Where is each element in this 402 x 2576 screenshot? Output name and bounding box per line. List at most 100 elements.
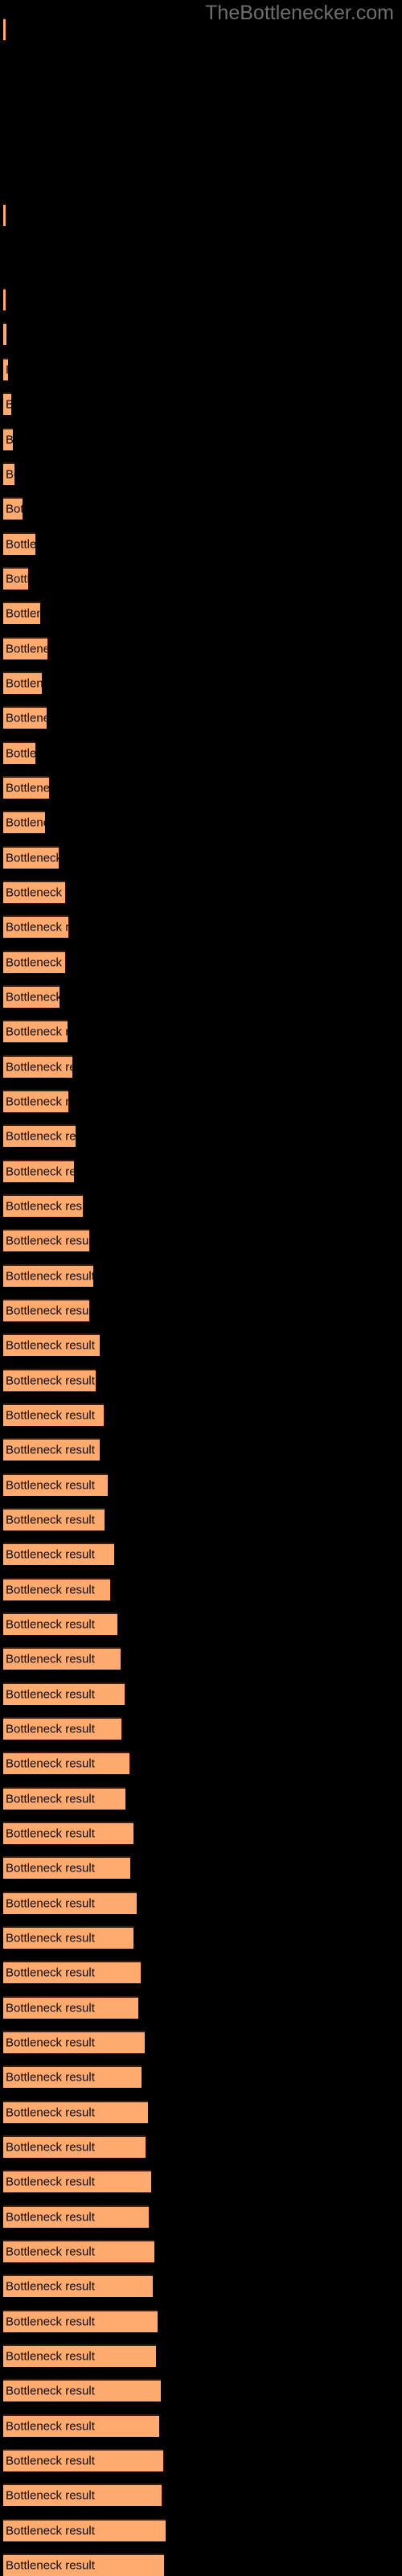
bar-row: Bottleneck result: [0, 1856, 402, 1879]
bar-row: Bottleneck result: [0, 2519, 402, 2541]
bar: Bottleneck result: [3, 1578, 110, 1600]
bar-label: Bottleneck result: [6, 2245, 95, 2259]
bar-row: Bottleneck result: [0, 985, 402, 1008]
bar-label: Bottleneck result: [6, 606, 40, 621]
bar-row: Bottleneck result: [0, 846, 402, 869]
bar: Bottleneck result: [3, 2344, 156, 2367]
bar-row: Bottleneck result: [0, 2379, 402, 2401]
bar-row: Bottleneck result: [0, 1752, 402, 1774]
bar-row: Bottleneck result: [0, 1682, 402, 1705]
bottleneck-chart: TheBottlenecker.com Bottleneck resultBot…: [0, 0, 402, 2576]
bar-label: Bottleneck result: [6, 1687, 95, 1702]
bar: Bottleneck result: [3, 951, 65, 973]
bar-row: Bottleneck result: [0, 1508, 402, 1530]
bar-row: Bottleneck result: [0, 811, 402, 833]
bar: Bottleneck result: [3, 1369, 96, 1391]
bar-row: Bottleneck result: [0, 1438, 402, 1461]
bar-label: Bottleneck result: [6, 1931, 95, 1945]
bar-row: Bottleneck result: [0, 951, 402, 973]
bar: Bottleneck result: [3, 2170, 151, 2192]
bar: Bottleneck result: [3, 1264, 93, 1287]
bar-row: Bottleneck result: [0, 1299, 402, 1321]
bar-row: Bottleneck result: [0, 2310, 402, 2332]
bar: Bottleneck result: [3, 497, 23, 520]
bar-label: Bottleneck result: [6, 1547, 95, 1562]
bar-row: Bottleneck result: [0, 1194, 402, 1217]
bar-row: Bottleneck result: [0, 1543, 402, 1565]
bar-row: Bottleneck result: [0, 358, 402, 380]
bar: Bottleneck result: [3, 1020, 68, 1042]
bar: Bottleneck result: [3, 846, 59, 869]
bar: Bottleneck result: [3, 1333, 100, 1356]
bar-label: Bottleneck result: [6, 1129, 76, 1144]
bar-label: Bottleneck result: [6, 1652, 95, 1666]
bar-row: Bottleneck result: [0, 706, 402, 729]
bar-label: Bottleneck result: [6, 2070, 95, 2085]
bar-label: Bottleneck result: [6, 2279, 95, 2294]
bar: Bottleneck result: [3, 742, 35, 764]
bar: Bottleneck result: [3, 1647, 121, 1670]
bar: Bottleneck result: [3, 288, 6, 310]
bar: Bottleneck result: [3, 18, 6, 40]
bar-row: Bottleneck result: [0, 1578, 402, 1600]
bar-label: Bottleneck result: [6, 1060, 72, 1074]
bar-label: Bottleneck result: [6, 1826, 95, 1841]
bar: Bottleneck result: [3, 1403, 104, 1426]
bar-row: Bottleneck result: [0, 1090, 402, 1112]
bar-row: Bottleneck result: [0, 392, 402, 415]
bar: Bottleneck result: [3, 1090, 68, 1112]
bar: Bottleneck result: [3, 1194, 83, 1217]
bar: Bottleneck result: [3, 1508, 105, 1530]
bar-row: Bottleneck result: [0, 2031, 402, 2053]
bar-label: Bottleneck result: [6, 1408, 95, 1423]
bar-row: Bottleneck result: [0, 1403, 402, 1426]
bar: Bottleneck result: [3, 1752, 129, 1774]
bar-row: Bottleneck result: [0, 2553, 402, 2576]
bar: Bottleneck result: [3, 881, 65, 903]
bar: Bottleneck result: [3, 462, 14, 485]
bar-row: Bottleneck result: [0, 1996, 402, 2019]
bar-row: Bottleneck result: [0, 462, 402, 485]
bar-label: Bottleneck result: [6, 467, 14, 482]
bar-label: Bottleneck result: [6, 537, 35, 552]
bar: Bottleneck result: [3, 2274, 153, 2297]
bar-label: Bottleneck result: [6, 364, 8, 376]
bar-label: Bottleneck result: [6, 1722, 95, 1736]
bar: Bottleneck result: [3, 1856, 130, 1879]
bar: Bottleneck result: [3, 776, 49, 799]
bar-label: Bottleneck result: [6, 1583, 95, 1597]
bar: Bottleneck result: [3, 1055, 72, 1078]
bar-row: Bottleneck result: [0, 1822, 402, 1844]
bar-row: Bottleneck result: [0, 637, 402, 659]
bar-label: Bottleneck result: [6, 2315, 95, 2329]
bar: Bottleneck result: [3, 428, 13, 450]
bar-row: Bottleneck result: [0, 1369, 402, 1391]
bar-label: Bottleneck result: [6, 851, 59, 865]
bar-label: Bottleneck result: [6, 2175, 95, 2189]
bar: Bottleneck result: [3, 811, 45, 833]
bar-row: Bottleneck result: [0, 1717, 402, 1740]
bar-row: Bottleneck result: [0, 1160, 402, 1182]
bar-row: Bottleneck result: [0, 1020, 402, 1042]
bar: Bottleneck result: [3, 602, 40, 624]
bar-row: Bottleneck result: [0, 18, 402, 40]
bar: Bottleneck result: [3, 1926, 133, 1949]
bar: Bottleneck result: [3, 1996, 138, 2019]
bar-label: Bottleneck result: [6, 2524, 95, 2538]
bar-label: Bottleneck result: [6, 1478, 95, 1493]
bar-row: Bottleneck result: [0, 203, 402, 226]
bar-label: Bottleneck result: [6, 642, 47, 656]
bar-label: Bottleneck result: [6, 781, 49, 795]
bar-row: Bottleneck result: [0, 1229, 402, 1251]
bar-label: Bottleneck result: [6, 1199, 83, 1214]
bar-row: Bottleneck result: [0, 2205, 402, 2228]
bar-row: Bottleneck result: [0, 567, 402, 590]
bar: Bottleneck result: [3, 2101, 148, 2123]
bar: Bottleneck result: [3, 1787, 125, 1810]
bar-label: Bottleneck result: [6, 1861, 95, 1876]
bar-row: Bottleneck result: [0, 881, 402, 903]
bar-label: Bottleneck result: [6, 1234, 89, 1248]
bar: Bottleneck result: [3, 2519, 166, 2541]
bar-label: Bottleneck result: [6, 1025, 68, 1039]
bar-row: Bottleneck result: [0, 2170, 402, 2192]
